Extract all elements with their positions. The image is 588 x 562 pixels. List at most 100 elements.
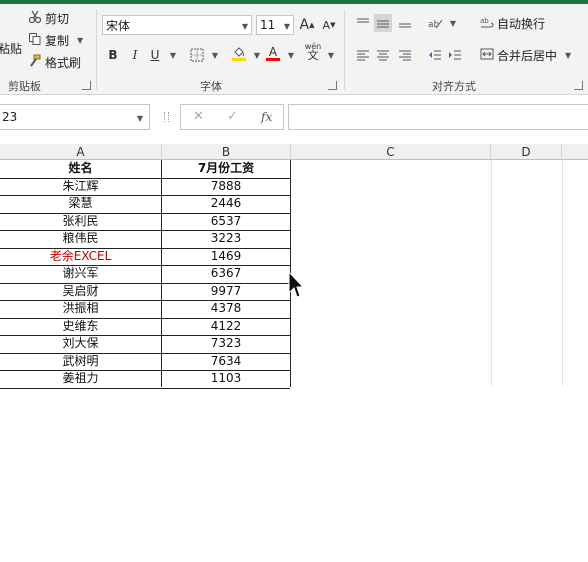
name-cell[interactable]: 武树明 [0,353,161,370]
copy-dropdown-icon[interactable]: ▼ [77,36,83,45]
border-dropdown-icon[interactable]: ▼ [206,46,224,64]
name-cell[interactable]: 刘大保 [0,335,161,352]
paste-button[interactable]: 粘贴 [0,18,22,57]
name-cell[interactable]: 粮伟民 [0,230,161,247]
decrease-indent-icon [429,50,441,60]
name-cell[interactable]: 朱江辉 [0,178,161,195]
salary-cell[interactable]: 7323 [162,335,290,352]
font-launcher-icon[interactable] [328,81,337,90]
phonetic-dropdown-icon[interactable]: ▼ [322,46,340,64]
font-name-dropdown[interactable]: 宋体 ▼ [102,15,252,35]
merge-dropdown-icon[interactable]: ▼ [565,51,571,60]
column-header-a[interactable]: A [0,144,162,160]
clipboard-launcher-icon[interactable] [82,81,91,90]
salary-cell[interactable]: 7634 [162,353,290,370]
column-header-e[interactable] [562,144,588,160]
copy-label: 复制 [45,34,70,48]
paintbrush-icon [28,54,42,71]
chevron-down-icon: ▼ [241,22,248,31]
worksheet-grid[interactable]: A B C D 姓名 7月份工资 朱江辉 7888 梁慧 2446 张利民 6537 粮伟民 32… [0,144,588,562]
orientation-dropdown-icon[interactable]: ▼ [444,14,462,32]
italic-button[interactable]: I [126,46,144,64]
grip-icon[interactable] [164,112,169,122]
font-color-button[interactable]: A [264,44,282,62]
salary-cell[interactable]: 6537 [162,213,290,230]
text-orientation-icon: ab [428,19,443,30]
decrease-indent-button[interactable] [426,46,444,64]
cut-button[interactable]: 剪切 [28,10,69,27]
shrink-font-button[interactable]: A ▼ [320,16,338,34]
name-cell[interactable]: 谢兴军 [0,265,161,282]
font-name-value: 宋体 [106,18,131,33]
salary-cell[interactable]: 6367 [162,265,290,282]
increase-indent-button[interactable] [446,46,464,64]
align-bottom-button[interactable] [396,14,414,32]
salary-cell[interactable]: 4122 [162,318,290,335]
name-cell[interactable]: 史维东 [0,318,161,335]
chevron-down-icon: ▼ [136,114,143,123]
salary-cell[interactable]: 7888 [162,178,290,195]
column-header-b[interactable]: B [162,144,291,160]
align-right-icon [399,50,411,61]
align-middle-button[interactable] [374,14,392,32]
svg-text:ab: ab [480,17,489,25]
font-group-label: 字体 [200,80,222,93]
increase-indent-icon [449,50,461,60]
column-header-c[interactable]: C [291,144,491,160]
name-box-value: 23 [2,110,18,124]
merge-center-button[interactable]: 合并后居中 ▼ [480,47,571,64]
separator [344,10,345,90]
wrap-text-button[interactable]: ab 自动换行 [480,15,545,32]
name-cell[interactable]: 洪振相 [0,300,161,317]
align-top-icon [357,18,369,23]
align-center-icon [377,50,389,61]
copy-button[interactable]: 复制 ▼ [28,32,83,49]
name-cell[interactable]: 吴启财 [0,283,161,300]
alignment-launcher-icon[interactable] [574,81,583,90]
bold-button[interactable]: B [104,46,122,64]
paste-label: 粘贴 [0,42,23,56]
clipboard-group-label: 剪贴板 [8,80,41,93]
font-color-swatch [266,57,280,61]
fill-color-button[interactable] [230,44,248,62]
format-painter-button[interactable]: 格式刷 [28,54,81,71]
insert-function-icon[interactable]: fx [261,110,272,124]
salary-cell[interactable]: 4378 [162,300,290,317]
copy-icon [28,32,42,49]
formula-bar: 23 ▼ ✕ ✓ fx [0,104,588,130]
header-cell-salary[interactable]: 7月份工资 [162,160,290,177]
align-left-button[interactable] [354,46,372,64]
salary-cell[interactable]: 2446 [162,195,290,212]
align-right-button[interactable] [396,46,414,64]
salary-cell[interactable]: 9977 [162,283,290,300]
font-color-dropdown-icon[interactable]: ▼ [282,46,300,64]
name-cell[interactable]: 姜祖力 [0,370,161,387]
gridline [562,160,563,386]
ribbon: 粘贴 剪切 复制 ▼ 格式刷 剪贴板 宋体 ▼ 11 ▼ A ▲ A ▼ B I U… [0,4,588,95]
border-button[interactable] [188,46,206,64]
enter-icon[interactable]: ✓ [227,109,238,124]
salary-cell[interactable]: 1103 [162,370,290,387]
align-top-button[interactable] [354,14,372,32]
name-box[interactable]: 23 ▼ [0,104,150,130]
phonetic-button[interactable]: wén 文 [304,42,322,61]
grow-font-button[interactable]: A ▲ [298,16,316,34]
separator [96,10,97,90]
salary-cell[interactable]: 1469 [162,248,290,265]
orientation-button[interactable]: ab [426,14,444,32]
underline-dropdown-icon[interactable]: ▼ [164,46,182,64]
column-header-d[interactable]: D [491,144,562,160]
name-cell[interactable]: 张利民 [0,213,161,230]
align-center-button[interactable] [374,46,392,64]
salary-cell[interactable]: 3223 [162,230,290,247]
header-cell-name[interactable]: 姓名 [0,160,161,177]
fill-color-swatch [232,57,246,61]
name-cell[interactable]: 老余EXCEL [0,248,161,265]
font-size-dropdown[interactable]: 11 ▼ [256,15,294,35]
formula-input[interactable] [288,104,588,130]
row-border [0,387,290,389]
name-cell[interactable]: 梁慧 [0,195,161,212]
wrap-text-icon: ab [480,15,494,32]
cancel-icon[interactable]: ✕ [193,109,204,124]
underline-button[interactable]: U [146,46,164,64]
